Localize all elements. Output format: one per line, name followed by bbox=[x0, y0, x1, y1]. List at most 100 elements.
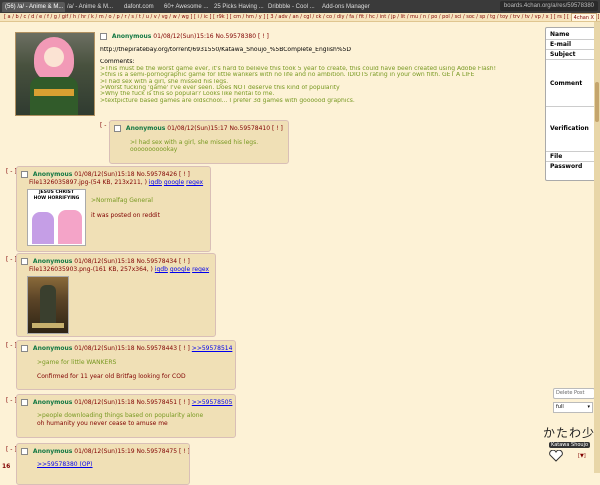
reply-checkbox[interactable] bbox=[21, 345, 28, 352]
url-bar[interactable]: boards.4chan.org/a/res/59578380 bbox=[499, 1, 598, 11]
reply-number[interactable]: No.59578434 bbox=[137, 258, 178, 265]
character-obi bbox=[34, 89, 74, 96]
delete-post-button[interactable]: Delete Post bbox=[553, 388, 595, 399]
file-field[interactable]: File bbox=[546, 152, 598, 162]
reply-backlink[interactable]: >>59578505 bbox=[192, 399, 233, 406]
email-field[interactable]: E-mail bbox=[546, 40, 598, 50]
reply-quote: >Normalfag General bbox=[91, 197, 153, 204]
comment-label: Comment bbox=[550, 80, 583, 87]
reply-thumbnail[interactable] bbox=[27, 276, 69, 334]
reply-post: Anonymous 01/08/12(Sun)15:18 No.59578443… bbox=[16, 340, 236, 390]
reply-date: 01/08/12(Sun)15:18 bbox=[74, 171, 135, 178]
tab-awesome[interactable]: 60+ Awesome ... bbox=[161, 2, 212, 12]
op-checkbox[interactable] bbox=[100, 33, 107, 40]
tab-thread[interactable]: (56) /a/ - Anime & M... bbox=[2, 2, 65, 12]
name-field[interactable]: Name bbox=[546, 30, 598, 40]
file-label: File bbox=[550, 153, 563, 160]
op-date: 01/08/12(Sun)15:16 bbox=[153, 33, 214, 40]
name-label: Name bbox=[550, 31, 570, 38]
reply-report[interactable]: [ ! ] bbox=[272, 125, 283, 132]
reply-date: 01/08/12(Sun)15:19 bbox=[74, 448, 135, 455]
reply-post: Anonymous 01/08/12(Sun)15:18 No.59578451… bbox=[16, 394, 236, 438]
op-line: >textpicture based games are oldschool..… bbox=[100, 97, 355, 104]
reply-report[interactable]: [ ! ] bbox=[179, 171, 190, 178]
op-report[interactable]: [ ! ] bbox=[258, 33, 269, 40]
4chan-x-menu[interactable]: 4chan X bbox=[570, 13, 597, 21]
tab-board[interactable]: /a/ - Anime & M... bbox=[64, 2, 122, 12]
op-number[interactable]: No.59578380 bbox=[216, 33, 257, 40]
reply-header: Anonymous 01/08/12(Sun)15:18 No.59578451… bbox=[21, 399, 232, 406]
reply-checkbox[interactable] bbox=[21, 171, 28, 178]
reply-number[interactable]: No.59578443 bbox=[137, 345, 178, 352]
reply-name: Anonymous bbox=[32, 345, 73, 352]
tab-addons[interactable]: Add-ons Manager bbox=[319, 2, 376, 12]
reply-file-name[interactable]: File1326035897.jpg-(54 KB, 213x211, ) bbox=[29, 179, 147, 186]
reply-date: 01/08/12(Sun)15:18 bbox=[74, 345, 135, 352]
reply-report[interactable]: [ ! ] bbox=[179, 399, 190, 406]
search-google-link[interactable]: google bbox=[170, 266, 190, 273]
reply-checkbox[interactable] bbox=[114, 125, 121, 132]
reply-date: 01/08/12(Sun)15:17 bbox=[167, 125, 228, 132]
reply-post: Anonymous 01/08/12(Sun)15:17 No.59578410… bbox=[109, 120, 289, 164]
logo-english: Katawa Shoujo bbox=[549, 442, 591, 448]
reply-report[interactable]: [ ! ] bbox=[179, 448, 189, 455]
game-title-strip bbox=[32, 323, 64, 328]
reply-quote-link[interactable]: >>59578380 (OP) bbox=[37, 461, 93, 468]
reply-report[interactable]: [ ! ] bbox=[179, 345, 190, 352]
subject-label: Subject bbox=[550, 51, 576, 58]
page-number: 16 bbox=[2, 463, 11, 470]
scrollbar-thumb[interactable] bbox=[595, 82, 599, 122]
style-select[interactable]: full ▾ bbox=[553, 402, 593, 413]
quick-reply-form: Name E-mail Subject Comment Verification… bbox=[545, 27, 599, 181]
search-regex-link[interactable]: regex bbox=[192, 266, 209, 273]
comment-field[interactable]: Comment bbox=[546, 60, 598, 107]
search-regex-link[interactable]: regex bbox=[186, 179, 203, 186]
verification-label: Verification bbox=[550, 125, 589, 132]
search-iqdb-link[interactable]: iqdb bbox=[155, 266, 168, 273]
reply-header: Anonymous 01/08/12(Sun)15:18 No.59578426… bbox=[21, 171, 190, 178]
reply-number[interactable]: No.59578451 bbox=[137, 399, 178, 406]
tab-dafont[interactable]: dafont.com bbox=[121, 2, 162, 12]
reply-file-name[interactable]: File1326035903.png-(161 KB, 257x364, ) bbox=[29, 266, 153, 273]
reply-post: Anonymous 01/08/12(Sun)15:18 No.59578426… bbox=[16, 166, 211, 252]
op-name: Anonymous bbox=[111, 33, 152, 40]
reply-name: Anonymous bbox=[32, 399, 73, 406]
reply-date: 01/08/12(Sun)15:18 bbox=[74, 258, 135, 265]
reply-thumbnail[interactable]: JESUS CHRIST HOW HORRIFYING bbox=[27, 189, 86, 246]
reply-checkbox[interactable] bbox=[21, 258, 28, 265]
character-kimono bbox=[30, 77, 78, 115]
reply-checkbox[interactable] bbox=[21, 399, 28, 406]
reply-backlink[interactable]: >>59578514 bbox=[192, 345, 233, 352]
scroll-bottom-button[interactable]: [▼] bbox=[578, 453, 586, 459]
board-list[interactable]: [ a / b / c / d / e / f / g / gif / h / … bbox=[0, 14, 599, 20]
subject-field[interactable]: Subject bbox=[546, 50, 598, 60]
search-iqdb-link[interactable]: iqdb bbox=[149, 179, 162, 186]
thumbnail-caption: JESUS CHRIST HOW HORRIFYING bbox=[33, 190, 80, 201]
board-navigation: [ a / b / c / d / e / f / g / gif / h / … bbox=[0, 13, 600, 22]
reply-header: Anonymous 01/08/12(Sun)15:18 No.59578434… bbox=[21, 258, 190, 265]
reply-checkbox[interactable] bbox=[21, 448, 28, 455]
reply-header: Anonymous 01/08/12(Sun)15:19 No.59578475… bbox=[21, 448, 189, 455]
reply-post: Anonymous 01/08/12(Sun)15:19 No.59578475… bbox=[16, 443, 190, 485]
reply-number[interactable]: No.59578475 bbox=[137, 448, 178, 455]
reply-name: Anonymous bbox=[32, 171, 73, 178]
tab-picks[interactable]: 25 Picks Having ... bbox=[211, 2, 266, 12]
email-label: E-mail bbox=[550, 41, 572, 48]
heart-icon bbox=[549, 450, 563, 462]
reply-number[interactable]: No.59578426 bbox=[137, 171, 178, 178]
tab-dribbble[interactable]: Dribbble - Cool ... bbox=[265, 2, 320, 12]
search-google-link[interactable]: google bbox=[164, 179, 184, 186]
reply-text: Confirmed for 11 year old Britfag lookin… bbox=[37, 373, 186, 380]
password-field[interactable]: Password bbox=[546, 162, 598, 171]
reply-file-info: File1326035897.jpg-(54 KB, 213x211, ) iq… bbox=[29, 179, 203, 186]
reply-header: Anonymous 01/08/12(Sun)15:18 No.59578443… bbox=[21, 345, 232, 352]
page-scrollbar[interactable] bbox=[594, 22, 600, 473]
pony-pink bbox=[58, 210, 82, 244]
reply-number[interactable]: No.59578410 bbox=[230, 125, 271, 132]
reply-header: Anonymous 01/08/12(Sun)15:17 No.59578410… bbox=[114, 125, 283, 132]
verification-field[interactable]: Verification bbox=[546, 107, 598, 152]
op-thumbnail[interactable] bbox=[15, 32, 95, 116]
reply-report[interactable]: [ ! ] bbox=[179, 258, 190, 265]
reply-text: it was posted on reddit bbox=[91, 212, 160, 219]
op-header: Anonymous 01/08/12(Sun)15:16 No.59578380… bbox=[100, 33, 269, 40]
